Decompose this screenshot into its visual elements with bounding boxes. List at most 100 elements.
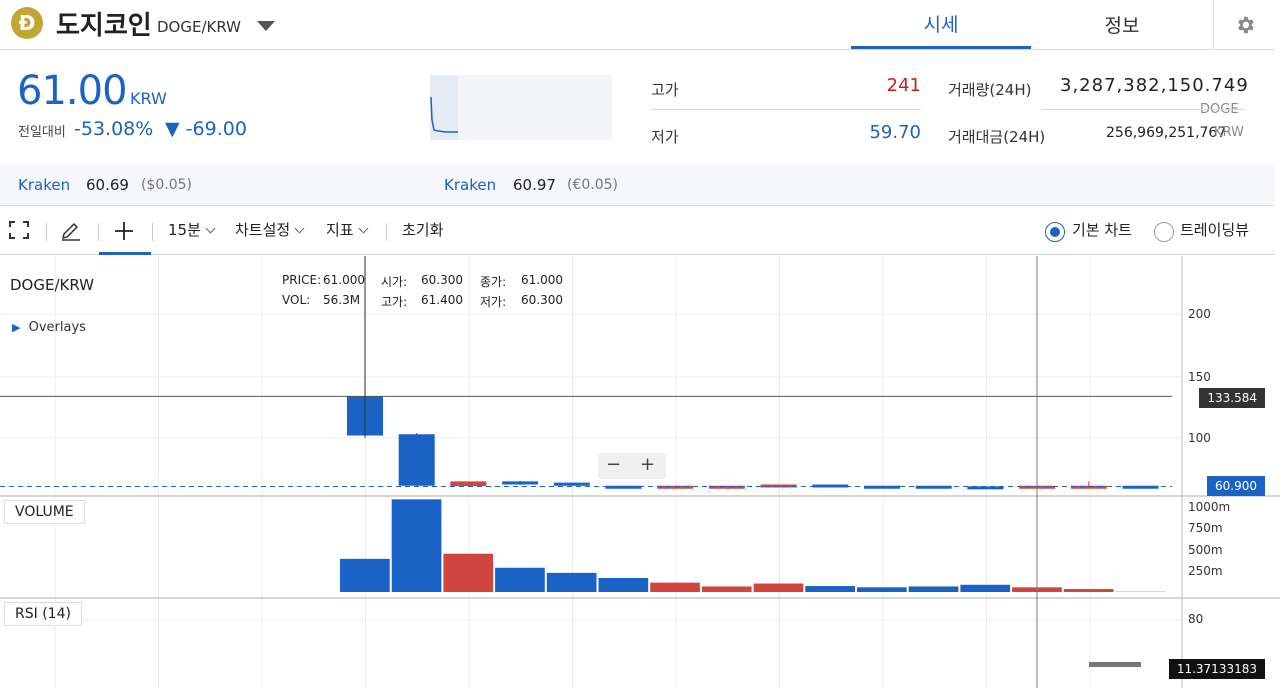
header-divider <box>0 49 1275 50</box>
basic-chart-label[interactable]: 기본 차트 <box>1072 219 1132 240</box>
volume-bar <box>340 558 390 592</box>
amount-label: 거래대금(24H) <box>948 128 1046 146</box>
volume-bar <box>701 586 752 592</box>
low-label: 저가 <box>651 128 679 146</box>
tab-info[interactable]: 정보 <box>1032 0 1212 49</box>
volume-tick: 500m <box>1188 543 1223 557</box>
chart-settings-dropdown[interactable]: 차트설정 <box>235 219 305 240</box>
amount-value: 256,969,251,767 <box>1106 125 1227 141</box>
tooltip-high-value: 61.400 <box>421 293 463 307</box>
amount-unit: KRW <box>1214 125 1244 140</box>
change-label: 전일대비 <box>18 125 66 140</box>
pencil-icon[interactable] <box>60 221 82 245</box>
tooltip-price-label: PRICE: <box>282 273 322 287</box>
high-label: 고가 <box>651 81 679 99</box>
tradingview-label[interactable]: 트레이딩뷰 <box>1180 219 1249 240</box>
overlays-toggle[interactable]: ▶ Overlays <box>12 320 86 335</box>
toolbar-divider <box>152 223 153 241</box>
volume-bar <box>960 584 1011 592</box>
exchange-price: 60.97 <box>513 176 556 194</box>
volume-bar <box>1063 589 1114 592</box>
exchange-eur: (€0.05) <box>567 177 619 193</box>
low-value: 59.70 <box>869 122 921 143</box>
chart-pair-label: DOGE/KRW <box>10 276 94 294</box>
crosshair-price-flag: 133.584 <box>1199 388 1265 408</box>
tooltip-high-label: 고가: <box>381 295 408 309</box>
tooltip-open-label: 시가: <box>381 275 408 289</box>
zoom-out-button[interactable]: − <box>606 454 621 475</box>
volume-bar <box>546 572 597 592</box>
caret-right-icon: ▶ <box>12 321 21 334</box>
candle <box>450 481 487 486</box>
volume-value: 3,287,382,150.749 <box>1060 75 1249 96</box>
volume-bar <box>650 582 700 592</box>
high-value: 241 <box>886 75 921 96</box>
last-price-flag: 60.900 <box>1207 476 1265 496</box>
gear-icon <box>1237 16 1254 33</box>
chevron-down-icon <box>358 223 369 234</box>
tab-market[interactable]: 시세 <box>851 0 1031 49</box>
stat-divider <box>1042 109 1245 110</box>
coin-name: 도지코인 <box>56 11 152 41</box>
tradingview-radio[interactable] <box>1154 222 1174 242</box>
chart-toolbar: 15분 차트설정 지표 초기화 기본 차트 트레이딩뷰 <box>0 207 1275 255</box>
change-amount: ▼ -69.00 <box>165 118 247 140</box>
volume-label: 거래량(24H) <box>948 81 1032 99</box>
settings-button[interactable] <box>1213 0 1275 49</box>
sparkline <box>430 75 612 140</box>
volume-bar <box>495 567 545 592</box>
volume-bar <box>391 499 442 592</box>
price-tick: 150 <box>1188 370 1211 384</box>
reset-button[interactable]: 초기화 <box>402 219 443 240</box>
zoom-control: − + <box>598 453 666 479</box>
stat-divider <box>651 109 921 110</box>
tooltip-open-value: 60.300 <box>421 273 463 287</box>
volume-pane-label[interactable]: VOLUME <box>4 500 85 524</box>
price-tick: 100 <box>1188 431 1211 445</box>
rsi-line <box>1089 662 1141 667</box>
price-unit: KRW <box>130 89 167 108</box>
tooltip-close-label: 종가: <box>480 275 507 289</box>
price-tick: 200 <box>1188 307 1211 321</box>
crosshair-tool-button[interactable] <box>99 207 151 255</box>
fullscreen-icon[interactable] <box>9 221 29 243</box>
volume-tick: 1000m <box>1188 500 1231 514</box>
exchange-name[interactable]: Kraken <box>444 176 496 194</box>
tooltip-vol-label: VOL: <box>282 293 311 307</box>
crosshair-icon <box>115 222 133 240</box>
indicators-dropdown[interactable]: 지표 <box>326 219 369 240</box>
candle <box>553 482 590 486</box>
volume-bar <box>857 587 907 592</box>
basic-chart-radio[interactable] <box>1045 222 1065 242</box>
toolbar-divider <box>386 223 387 241</box>
rsi-tick: 80 <box>1188 612 1204 626</box>
tooltip-low-label: 저가: <box>480 295 507 309</box>
interval-dropdown[interactable]: 15분 <box>168 219 216 240</box>
volume-bar <box>598 577 649 592</box>
exchange-name[interactable]: Kraken <box>18 176 70 194</box>
volume-bar <box>443 553 494 592</box>
exchange-usd: ($0.05) <box>141 177 193 193</box>
change-percent: -53.08% <box>74 118 154 140</box>
tooltip-low-value: 60.300 <box>521 293 563 307</box>
rsi-pane-label[interactable]: RSI (14) <box>4 602 82 626</box>
tooltip-vol-value: 56.3M <box>323 293 361 307</box>
volume-tick: 750m <box>1188 521 1223 535</box>
rsi-value-flag: 11.37133183 <box>1168 659 1265 679</box>
candle <box>398 434 435 486</box>
volume-bar <box>805 586 855 592</box>
coin-pair: DOGE/KRW <box>157 18 241 36</box>
tooltip-close-value: 61.000 <box>521 273 563 287</box>
exchange-price: 60.69 <box>86 176 129 194</box>
candle <box>502 481 539 485</box>
volume-tick: 250m <box>1188 564 1223 578</box>
down-arrow-icon: ▼ <box>165 118 180 140</box>
chevron-down-icon[interactable] <box>257 21 275 31</box>
zoom-in-button[interactable]: + <box>640 454 655 475</box>
current-price: 61.00 <box>17 68 128 114</box>
volume-bar <box>753 583 804 592</box>
toolbar-divider <box>46 223 47 241</box>
chevron-down-icon <box>205 223 216 234</box>
tooltip-price-value: 61.000 <box>323 273 365 287</box>
volume-bar <box>908 586 959 592</box>
